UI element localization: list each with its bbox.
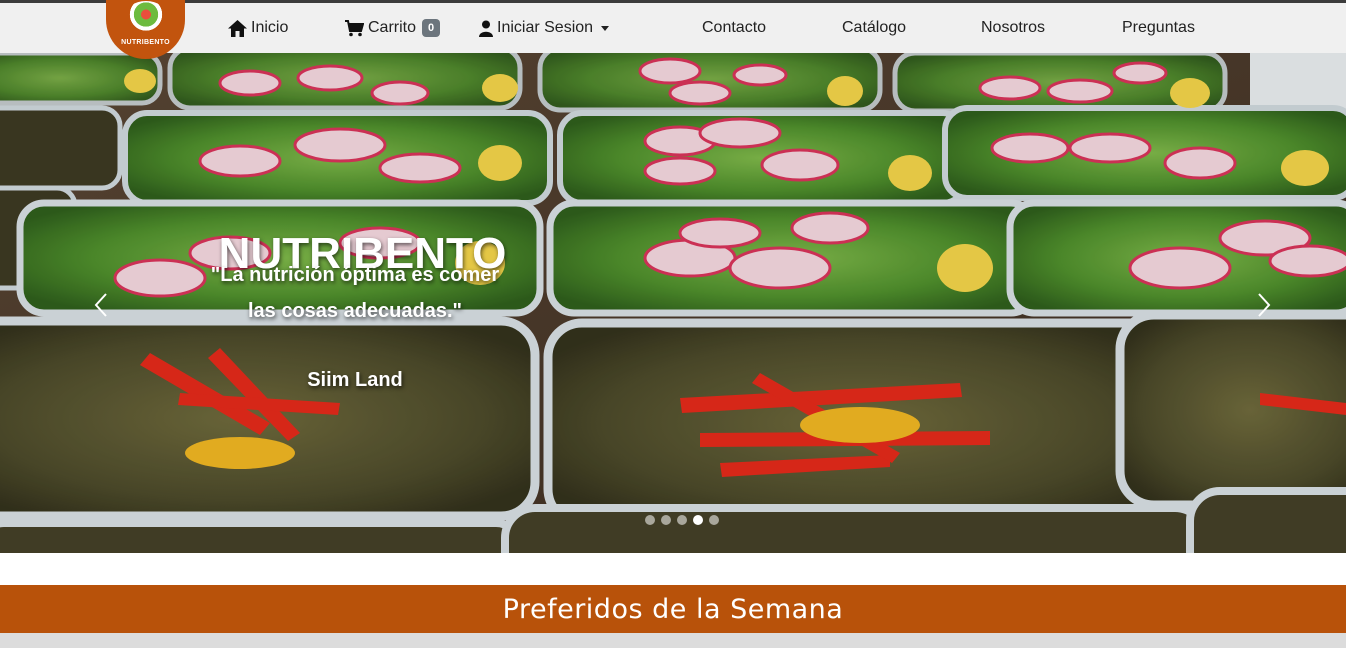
section-header: Preferidos de la Semana (0, 585, 1346, 633)
nav-nosotros[interactable]: Nosotros (981, 3, 1045, 53)
nav-catalogo[interactable]: Catálogo (842, 3, 906, 53)
nav-catalogo-label: Catálogo (842, 19, 907, 36)
carousel-prev-button[interactable] (86, 285, 116, 325)
nav-login-dropdown[interactable]: Iniciar Sesion (479, 3, 610, 53)
section-title: Preferidos de la Semana (502, 593, 844, 625)
carousel-next-button[interactable] (1249, 285, 1279, 325)
user-icon (479, 20, 493, 37)
nav-nosotros-label: Nosotros (981, 19, 1046, 36)
nav-carrito-label: Carrito (368, 19, 417, 36)
nav-inicio-label: Inicio (251, 19, 289, 36)
carousel-indicator[interactable] (709, 515, 719, 525)
carousel-indicator[interactable] (661, 515, 671, 525)
chevron-down-icon (601, 25, 610, 31)
chevron-left-icon (94, 293, 107, 317)
nav-inicio[interactable]: Inicio (228, 3, 288, 53)
nav-carrito[interactable]: Carrito 0 (345, 3, 441, 53)
home-icon (228, 19, 247, 37)
content-strip (0, 633, 1346, 648)
carousel-indicators (645, 515, 719, 525)
nav-contacto[interactable]: Contacto (702, 3, 766, 53)
shopping-cart-icon (345, 19, 364, 36)
logo-text: NUTRIBENTO (121, 39, 170, 46)
nav-preguntas[interactable]: Preguntas (1122, 3, 1195, 53)
nav-contacto-label: Contacto (702, 19, 767, 36)
nutribento-logo[interactable]: NUTRIBENTO (106, 0, 185, 59)
hero-carousel: NUTRIBENTO "La nutrición óptima es comer… (0, 53, 1346, 553)
nav-preguntas-label: Preguntas (1122, 19, 1195, 36)
carousel-quote: "La nutrición óptima es comer las cosas … (210, 264, 500, 322)
nav-login-label: Iniciar Sesion (497, 19, 594, 36)
chevron-right-icon (1258, 293, 1271, 317)
carousel-author: Siim Land (307, 369, 403, 391)
carousel-indicator[interactable] (645, 515, 655, 525)
cart-count-badge: 0 (422, 19, 441, 37)
carousel-indicator[interactable] (677, 515, 687, 525)
carousel-indicator-active[interactable] (693, 515, 703, 525)
salad-plate-icon (125, 1, 167, 31)
